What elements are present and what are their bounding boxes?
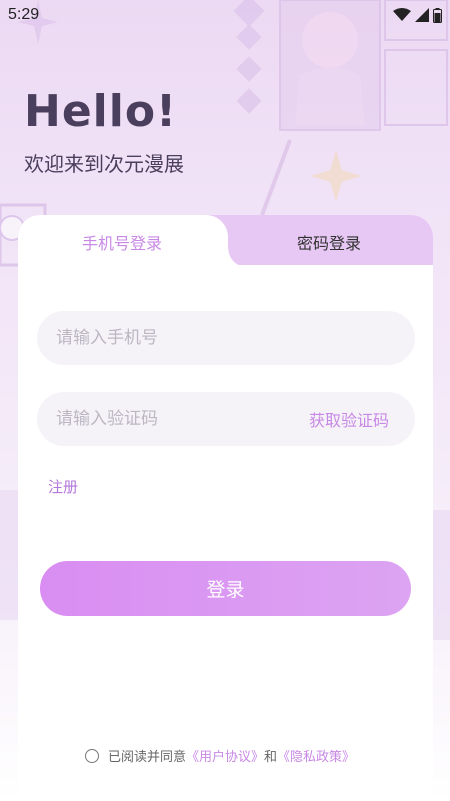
code-field[interactable]: 获取验证码 bbox=[37, 392, 415, 446]
agree-checkbox[interactable] bbox=[85, 748, 99, 763]
phone-input[interactable] bbox=[56, 328, 276, 348]
page-title: Hello! bbox=[24, 86, 178, 137]
privacy-policy-link[interactable]: 《隐私政策》 bbox=[277, 746, 355, 765]
wifi-icon bbox=[393, 8, 411, 21]
battery-icon bbox=[433, 7, 442, 23]
tab-phone-login[interactable]: 手机号登录 bbox=[82, 230, 162, 254]
signal-icon bbox=[415, 8, 429, 22]
register-link[interactable]: 注册 bbox=[48, 476, 78, 497]
user-agreement-link[interactable]: 《用户协议》 bbox=[186, 746, 264, 765]
login-card bbox=[18, 215, 433, 801]
agreement-row: 已阅读并同意 《用户协议》 和 《隐私政策》 bbox=[85, 746, 355, 765]
phone-field[interactable] bbox=[37, 311, 415, 365]
tab-password-login[interactable]: 密码登录 bbox=[297, 230, 361, 254]
page-subtitle: 欢迎来到次元漫展 bbox=[24, 152, 184, 176]
login-button[interactable]: 登录 bbox=[40, 561, 411, 616]
agreement-prefix: 已阅读并同意 bbox=[108, 750, 187, 765]
status-bar: 5:29 bbox=[0, 0, 450, 30]
status-icons bbox=[393, 7, 442, 23]
status-time: 5:29 bbox=[8, 6, 40, 23]
code-input[interactable] bbox=[56, 409, 276, 429]
agreement-and: 和 bbox=[264, 750, 278, 765]
get-code-button[interactable]: 获取验证码 bbox=[309, 407, 389, 431]
